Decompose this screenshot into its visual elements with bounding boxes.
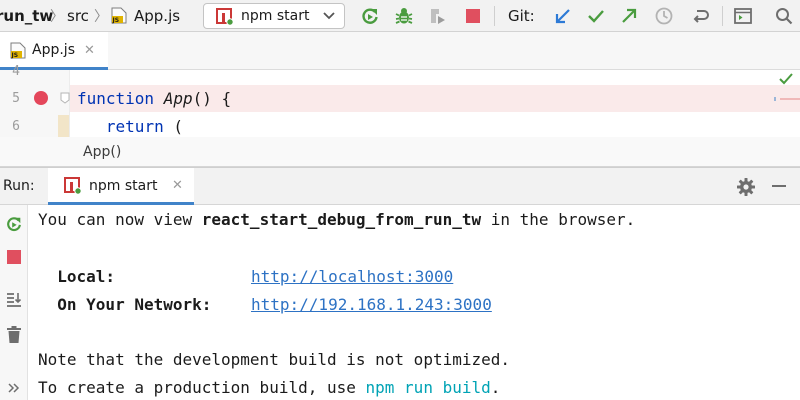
run-with-coverage-button[interactable] (425, 4, 449, 28)
git-update-arrow-icon (555, 9, 570, 24)
git-push-button[interactable] (617, 4, 641, 28)
stop-icon (466, 9, 480, 23)
rerun-button[interactable] (358, 4, 382, 28)
breadcrumb-file-label: App.js (134, 7, 181, 25)
run-configuration-label: npm start (241, 8, 310, 24)
search-icon (776, 8, 793, 25)
run-tab-npm-start[interactable]: npm start ✕ (48, 168, 194, 205)
rollback-button[interactable] (688, 4, 712, 28)
stop-button[interactable] (461, 4, 485, 28)
local-url-link[interactable]: http://localhost:3000 (251, 267, 453, 286)
run-panel-title: Run: (3, 178, 35, 194)
network-url-link[interactable]: http://192.168.1.243:3000 (251, 295, 492, 314)
run-console[interactable]: You can now view react_start_debug_from_… (28, 205, 800, 400)
breadcrumb-file[interactable]: App.js (134, 0, 180, 32)
run-tab-label: npm start (89, 178, 158, 194)
search-everywhere-button[interactable] (772, 4, 796, 28)
rerun-icon (7, 217, 21, 232)
git-push-arrow-icon (622, 8, 637, 23)
scrollbar-breakpoint-marker (774, 97, 800, 101)
js-file-icon: JS (111, 7, 127, 24)
close-icon[interactable]: ✕ (172, 168, 183, 204)
run-tool-window-header: Run: npm start ✕ (0, 167, 800, 205)
inspection-ok-icon[interactable] (778, 72, 794, 86)
console-line: http://192.168.1.243:3000 (251, 291, 492, 319)
history-button[interactable] (652, 4, 676, 28)
navigation-bar: run_tw 〉 src 〉 JS App.js npm start Git: (0, 0, 800, 32)
fold-marker-icon[interactable] (60, 92, 70, 104)
scroll-to-end-icon (7, 293, 22, 307)
chevron-down-icon (323, 12, 335, 20)
line-number: 4 (12, 64, 20, 79)
rollback-icon (693, 10, 709, 23)
bug-icon (395, 8, 413, 24)
breadcrumb-function[interactable]: App() (83, 137, 121, 168)
npm-command: npm run build (365, 378, 491, 397)
console-line: Local: (38, 263, 115, 291)
code-fold-range (58, 115, 69, 137)
network-label: On Your Network: (38, 295, 212, 314)
breadcrumb-project[interactable]: run_tw (0, 0, 53, 32)
debug-button[interactable] (392, 4, 416, 28)
svg-text:JS: JS (11, 52, 19, 59)
stop-icon (7, 250, 21, 264)
breadcrumb-project-label: run_tw (0, 7, 54, 25)
history-clock-icon (655, 7, 673, 25)
rerun-button[interactable] (3, 213, 25, 235)
breadcrumb-folder-label: src (67, 7, 89, 25)
js-file-icon: JS (10, 42, 26, 59)
terminal-window-icon (734, 8, 752, 24)
editor-tab-label: App.js (32, 42, 75, 58)
clear-all-button[interactable] (3, 324, 25, 346)
console-line: http://localhost:3000 (251, 263, 453, 291)
terminal-button[interactable] (731, 4, 755, 28)
breadcrumb-separator: 〉 (94, 9, 108, 25)
code-line-5: function App() { (77, 89, 232, 108)
console-line: On Your Network: (38, 291, 211, 319)
expand-more-button[interactable] (3, 377, 25, 399)
git-commit-button[interactable] (584, 4, 608, 28)
toolbar-separator (494, 6, 495, 26)
git-label: Git: (508, 7, 535, 25)
console-line: You can now view react_start_debug_from_… (38, 210, 636, 229)
minimize-button[interactable] (772, 185, 786, 187)
git-commit-check-icon (588, 10, 604, 23)
local-label: Local: (38, 267, 116, 286)
code-editor[interactable]: 4 5 6 function App() { return ( (0, 64, 800, 137)
editor-breadcrumbs: App() (0, 137, 800, 167)
editor-tab-bar: JS App.js ✕ (0, 32, 800, 70)
breadcrumb-folder[interactable]: src (67, 0, 89, 32)
trash-icon (7, 326, 21, 343)
run-side-toolbar (0, 205, 28, 400)
svg-text:JS: JS (112, 17, 120, 24)
npm-config-icon (64, 177, 82, 195)
editor-gutter[interactable]: 4 5 6 (0, 64, 70, 137)
console-line: To create a production build, use npm ru… (38, 378, 501, 397)
scroll-to-end-button[interactable] (3, 289, 25, 311)
line-number: 6 (12, 119, 20, 134)
stop-button[interactable] (3, 246, 25, 268)
toolbar-separator (722, 6, 723, 26)
run-configuration-selector[interactable]: npm start (203, 3, 345, 29)
close-icon[interactable]: ✕ (84, 32, 95, 69)
git-update-button[interactable] (551, 4, 575, 28)
code-line-6: return ( (105, 117, 183, 136)
double-chevron-icon (8, 383, 20, 393)
breadcrumb-separator: 〉 (50, 9, 64, 25)
npm-config-icon (216, 8, 234, 26)
breakpoint-icon[interactable] (34, 91, 48, 105)
gear-icon[interactable] (736, 177, 756, 197)
rerun-icon (362, 8, 378, 24)
run-with-coverage-icon (431, 9, 445, 24)
console-line: Note that the development build is not o… (38, 350, 511, 369)
line-number: 5 (12, 91, 20, 106)
